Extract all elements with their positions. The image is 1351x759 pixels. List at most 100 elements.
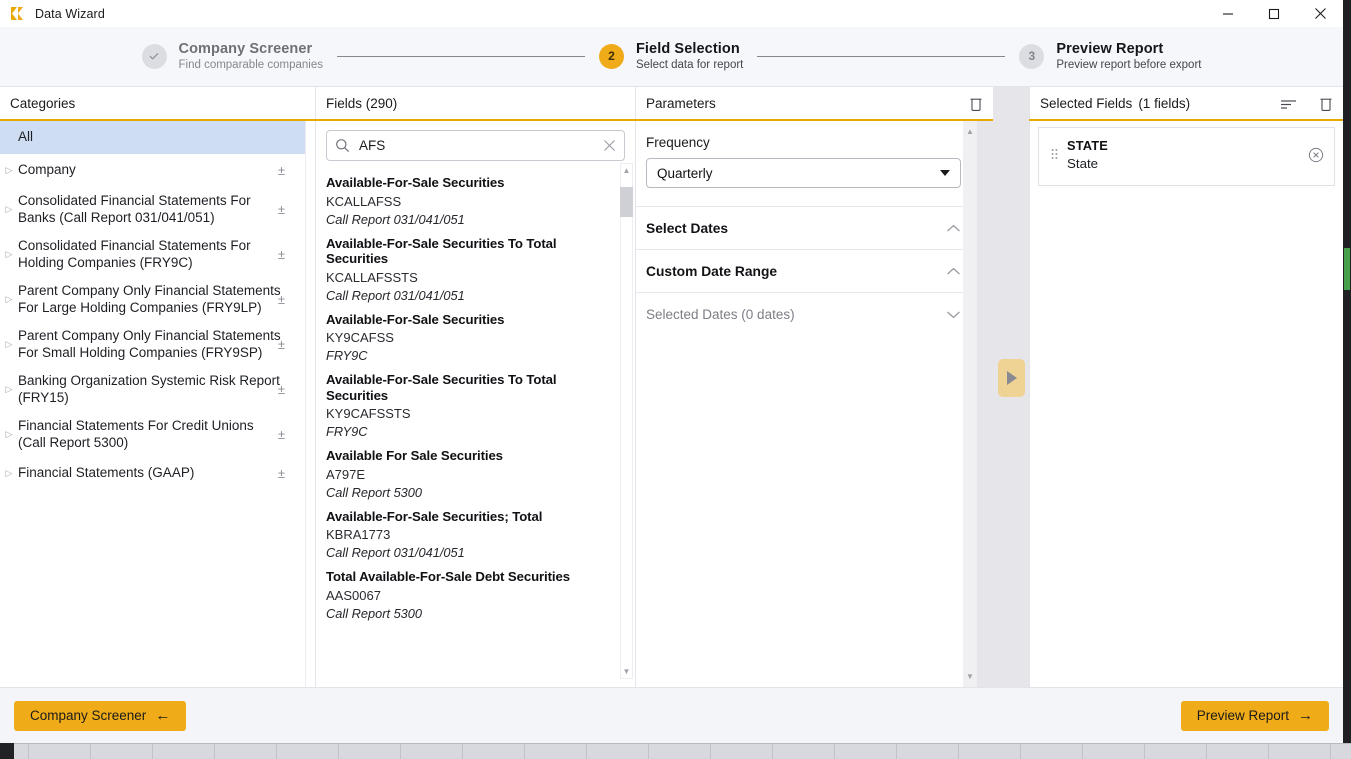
chevron-right-icon[interactable]: ▷ [0,250,18,259]
list-item[interactable]: Available-For-Sale Securities To Total S… [326,368,617,444]
step-1-title: Company Screener [179,41,323,58]
search-icon [335,138,350,153]
chevron-right-icon[interactable]: ▷ [0,469,18,478]
expand-all-toggle[interactable]: ± [278,163,285,178]
list-item[interactable]: Available-For-Sale Securities To Total S… [326,232,617,308]
section-custom-date-range[interactable]: Custom Date Range [636,249,976,292]
parameters-scrollbar[interactable]: ▲ ▼ [963,121,977,687]
stepper-connector-2 [757,56,1005,57]
list-item[interactable]: Available For Sale Securities A797E Call… [326,444,617,505]
fields-list: Available-For-Sale Securities KCALLAFSS … [316,167,635,667]
search-input-value: AFS [359,138,603,153]
drag-handle-icon[interactable] [1047,148,1061,162]
field-code: KY9CAFSSTS [326,406,617,421]
chevron-right-icon[interactable]: ▷ [0,430,18,439]
field-code: KCALLAFSSTS [326,270,617,285]
list-item[interactable]: Available-For-Sale Securities KCALLAFSS … [326,171,617,232]
minimize-icon[interactable] [1205,0,1251,27]
step-company-screener[interactable]: Company Screener Find comparable compani… [142,41,323,73]
sidebar-item-call-report-031-041-051[interactable]: ▷ Consolidated Financial Statements For … [0,187,315,232]
field-name: Available-For-Sale Securities; Total [326,509,617,525]
list-item[interactable]: Available-For-Sale Securities; Total KBR… [326,505,617,566]
chevron-up-icon[interactable] [946,267,961,276]
scroll-down-icon[interactable]: ▼ [623,665,631,678]
section-label: Select Dates [646,221,728,236]
step-field-selection[interactable]: 2 Field Selection Select data for report [599,41,743,73]
parameters-gutter [977,121,993,687]
fields-scrollbar[interactable]: ▲ ▼ [620,163,633,679]
chevron-right-icon[interactable]: ▷ [0,166,18,175]
chevron-right-icon[interactable]: ▷ [0,295,18,304]
chevron-right-icon[interactable]: ▷ [0,385,18,394]
categories-scrollbar[interactable] [305,121,315,687]
expand-all-toggle[interactable]: ± [278,427,285,442]
parameters-content: Frequency Quarterly Select Dates [636,121,976,335]
sidebar-item-fry9lp[interactable]: ▷ Parent Company Only Financial Statemen… [0,277,315,322]
expand-all-toggle[interactable]: ± [278,247,285,262]
field-name: Available-For-Sale Securities To Total S… [326,236,617,267]
step-3-badge: 3 [1019,44,1044,69]
section-label: Custom Date Range [646,264,777,279]
sidebar-item-fry9sp[interactable]: ▷ Parent Company Only Financial Statemen… [0,322,315,367]
remove-circle-icon[interactable] [1308,147,1324,163]
panel-bodies: All ▷ Company ± ▷ Consolidated Financial… [0,121,1343,687]
app-root: Data Wizard Company Screene [0,0,1351,759]
step-preview-report[interactable]: 3 Preview Report Preview report before e… [1019,41,1201,73]
categories-panel: All ▷ Company ± ▷ Consolidated Financial… [0,121,316,687]
scroll-up-icon[interactable]: ▲ [623,164,631,177]
fields-scrollbar-track[interactable] [620,177,633,665]
expand-all-toggle[interactable]: ± [278,466,285,481]
section-selected-dates[interactable]: Selected Dates (0 dates) [636,292,976,335]
expand-panel-arrow-icon[interactable] [998,359,1025,397]
sidebar-item-label: Banking Organization Systemic Risk Repor… [18,373,315,406]
section-select-dates[interactable]: Select Dates [636,206,976,249]
panels-area: Categories Fields (290) Parameters [0,87,1343,687]
sidebar-item-all[interactable]: All [0,121,315,154]
expand-all-toggle[interactable]: ± [278,337,285,352]
chevron-right-icon[interactable]: ▷ [0,340,18,349]
sidebar-item-fry9c[interactable]: ▷ Consolidated Financial Statements For … [0,232,315,277]
sidebar-item-label: Consolidated Financial Statements For Ho… [18,238,315,271]
window-title: Data Wizard [35,7,105,21]
list-item[interactable]: Total Available-For-Sale Debt Securities… [326,565,617,626]
preview-report-next-button[interactable]: Preview Report → [1181,701,1329,731]
selected-fields-count: (1 fields) [1138,96,1190,111]
sidebar-item-label: Financial Statements For Credit Unions (… [18,418,315,451]
sidebar-item-label: All [18,129,315,146]
fields-scrollbar-thumb[interactable] [620,187,633,217]
sidebar-item-call-report-5300[interactable]: ▷ Financial Statements For Credit Unions… [0,412,315,457]
parameters-header-label: Parameters [646,96,716,111]
list-item[interactable]: Available-For-Sale Securities KY9CAFSS F… [326,308,617,369]
title-bar: Data Wizard [0,0,1343,27]
parameters-panel: Frequency Quarterly Select Dates [636,121,993,687]
selected-fields-header: Selected Fields (1 fields) [1029,87,1343,119]
field-source: Call Report 031/041/051 [326,288,617,303]
search-input[interactable]: AFS [326,130,625,161]
step-1-subtitle: Find comparable companies [179,59,323,72]
parameters-trash-icon[interactable] [969,96,983,112]
company-screener-back-button[interactable]: Company Screener ← [14,701,186,731]
panel-collapse-gutter [993,121,1029,687]
field-code: KY9CAFSS [326,330,617,345]
sidebar-item-company[interactable]: ▷ Company ± [0,154,315,187]
maximize-icon[interactable] [1251,0,1297,27]
chevron-down-icon[interactable] [946,310,961,319]
clear-icon[interactable] [603,139,616,152]
chevron-up-icon[interactable] [946,224,961,233]
sort-icon[interactable] [1280,98,1297,110]
field-name: Available-For-Sale Securities [326,175,617,191]
sidebar-item-fry15[interactable]: ▷ Banking Organization Systemic Risk Rep… [0,367,315,412]
close-icon[interactable] [1297,0,1343,27]
selected-fields-trash-icon[interactable] [1319,96,1333,112]
frequency-select[interactable]: Quarterly [646,158,961,188]
chevron-right-icon[interactable]: ▷ [0,205,18,214]
fields-panel: AFS Available-For-Sale Securities [316,121,636,687]
scroll-up-icon[interactable]: ▲ [966,125,974,138]
list-item[interactable]: STATE State [1043,136,1330,175]
expand-all-toggle[interactable]: ± [278,292,285,307]
expand-all-toggle[interactable]: ± [278,202,285,217]
expand-all-toggle[interactable]: ± [278,382,285,397]
sidebar-item-gaap[interactable]: ▷ Financial Statements (GAAP) ± [0,457,315,490]
panel-headers: Categories Fields (290) Parameters [0,87,1343,121]
scroll-down-icon[interactable]: ▼ [966,670,974,683]
